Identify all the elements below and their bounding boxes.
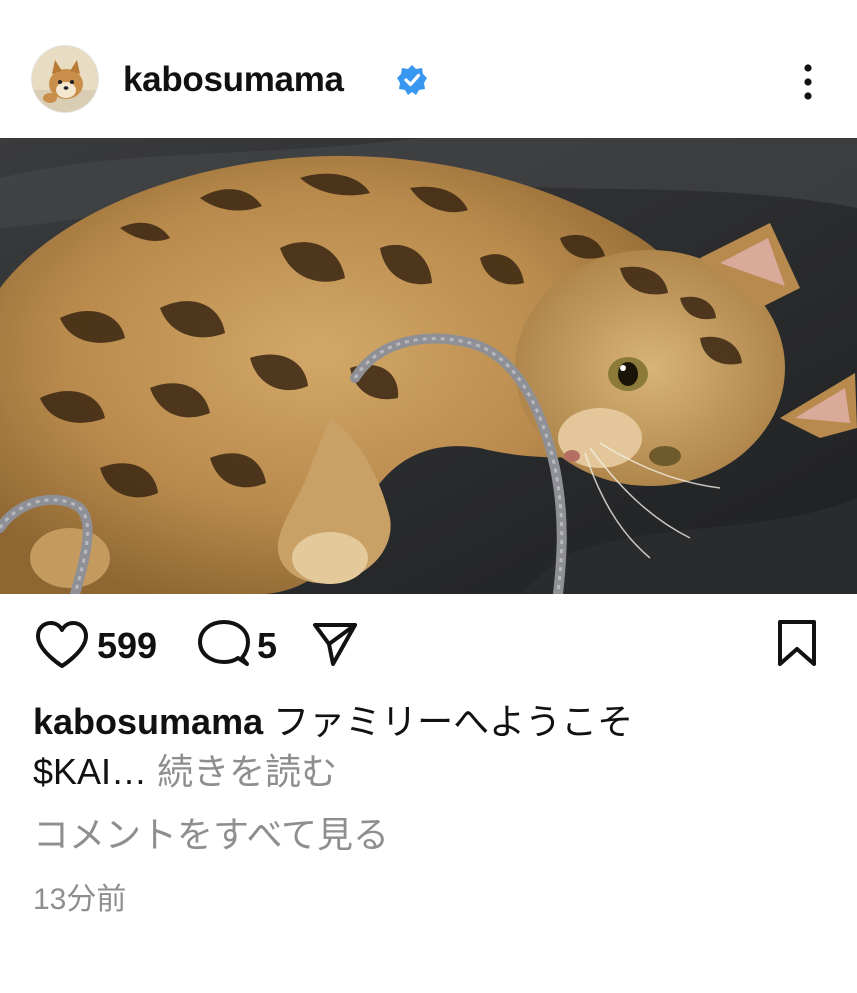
verified-badge-icon [397,65,427,95]
post-header: kabosumama [0,0,857,138]
caption-line-2: $KAI… 続きを読む [33,747,833,797]
more-vertical-icon[interactable] [790,60,826,104]
comment-bubble-icon[interactable] [198,620,250,670]
bookmark-icon[interactable] [776,619,818,667]
view-all-comments-link[interactable]: コメントをすべて見る [33,810,389,860]
post-photo[interactable] [0,138,857,594]
comment-count[interactable]: 5 [257,626,277,666]
paper-plane-icon[interactable] [311,620,359,668]
read-more-link[interactable]: 続きを読む [157,751,337,792]
caption-line-1: kabosumama ファミリーへようこそ [33,697,833,747]
post-actions: 599 5 [0,594,857,694]
like-count[interactable]: 599 [97,626,157,666]
username[interactable]: kabosumama [123,58,344,102]
post-timestamp: 13分前 [33,883,127,916]
caption-text-continued: $KAI… [33,751,148,792]
caption-username[interactable]: kabosumama [33,701,263,742]
shiba-dog-avatar-icon [32,46,98,112]
heart-icon[interactable] [34,620,90,670]
avatar[interactable] [32,46,98,112]
caption-text: ファミリーへようこそ [273,701,634,742]
bengal-cat-photo-icon [0,138,857,594]
post-caption: kabosumama ファミリーへようこそ $KAI… 続きを読む [33,697,833,797]
